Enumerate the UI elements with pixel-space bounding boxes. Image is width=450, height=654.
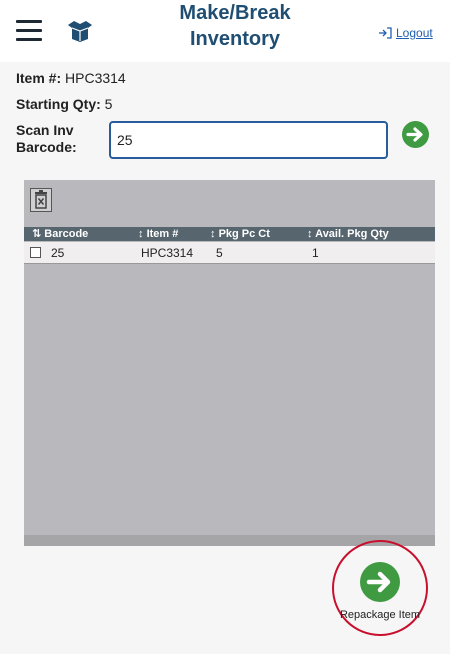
- repackage-item-label: Repackage Item: [339, 609, 421, 621]
- column-header-barcode[interactable]: ⇅ Barcode: [32, 227, 88, 241]
- scan-label-line2: Barcode:: [16, 139, 77, 155]
- sort-asc-icon: ⇅: [32, 228, 42, 240]
- starting-qty-value: 5: [104, 96, 113, 112]
- logout-icon: [379, 27, 392, 39]
- inventory-grid: ⇅ Barcode ↕ Item # ↕ Pkg Pc Ct ↕ Avail. …: [24, 180, 435, 546]
- table-row[interactable]: 25 HPC3314 5 1: [24, 242, 435, 264]
- starting-qty-label: Starting Qty:: [16, 96, 101, 112]
- sort-icon: ↕: [210, 228, 216, 240]
- cell-item: HPC3314: [141, 246, 194, 260]
- cell-barcode: 25: [51, 246, 65, 260]
- delete-selected-button[interactable]: [30, 188, 52, 212]
- submit-scan-arrow-icon[interactable]: [402, 121, 429, 148]
- column-label-barcode: Barcode: [44, 228, 89, 240]
- trash-icon: [35, 190, 47, 209]
- box-icon: [68, 21, 92, 42]
- item-number-label: Item #:: [16, 70, 62, 86]
- grid-header-row: ⇅ Barcode ↕ Item # ↕ Pkg Pc Ct ↕ Avail. …: [24, 227, 435, 241]
- cell-avail-pkg-qty: 1: [312, 246, 319, 260]
- column-label-avail-pkg-qty: Avail. Pkg Qty: [315, 228, 389, 240]
- app-header: Make/Break Inventory Logout: [0, 0, 450, 62]
- scan-label-line1: Scan Inv: [16, 122, 74, 138]
- scan-barcode-label: Scan Inv Barcode:: [16, 122, 96, 156]
- column-header-pkg-pc-ct[interactable]: ↕ Pkg Pc Ct: [210, 227, 270, 241]
- scan-barcode-input[interactable]: [109, 121, 388, 159]
- column-label-pkg-pc-ct: Pkg Pc Ct: [218, 228, 270, 240]
- row-checkbox[interactable]: [30, 247, 41, 258]
- cell-pkg-pc-ct: 5: [216, 246, 223, 260]
- page-title-line2: Inventory: [189, 28, 281, 50]
- repackage-item-button[interactable]: Repackage Item: [339, 556, 421, 636]
- column-label-item: Item #: [146, 228, 179, 240]
- starting-qty-line: Starting Qty: 5: [16, 96, 112, 112]
- sort-icon: ↕: [138, 228, 144, 240]
- column-header-item[interactable]: ↕ Item #: [138, 227, 178, 241]
- page-title-line1: Make/Break: [179, 2, 291, 24]
- sort-icon: ↕: [307, 228, 313, 240]
- arrow-right-circle-icon: [360, 562, 400, 602]
- hamburger-menu-icon[interactable]: [16, 20, 42, 42]
- item-number-line: Item #: HPC3314: [16, 70, 126, 86]
- column-header-avail-pkg-qty[interactable]: ↕ Avail. Pkg Qty: [307, 227, 389, 241]
- logout-label[interactable]: Logout: [396, 26, 433, 40]
- logout-link[interactable]: Logout: [378, 26, 433, 40]
- item-number-value: HPC3314: [65, 70, 126, 86]
- page-title: Make/Break Inventory: [120, 0, 350, 52]
